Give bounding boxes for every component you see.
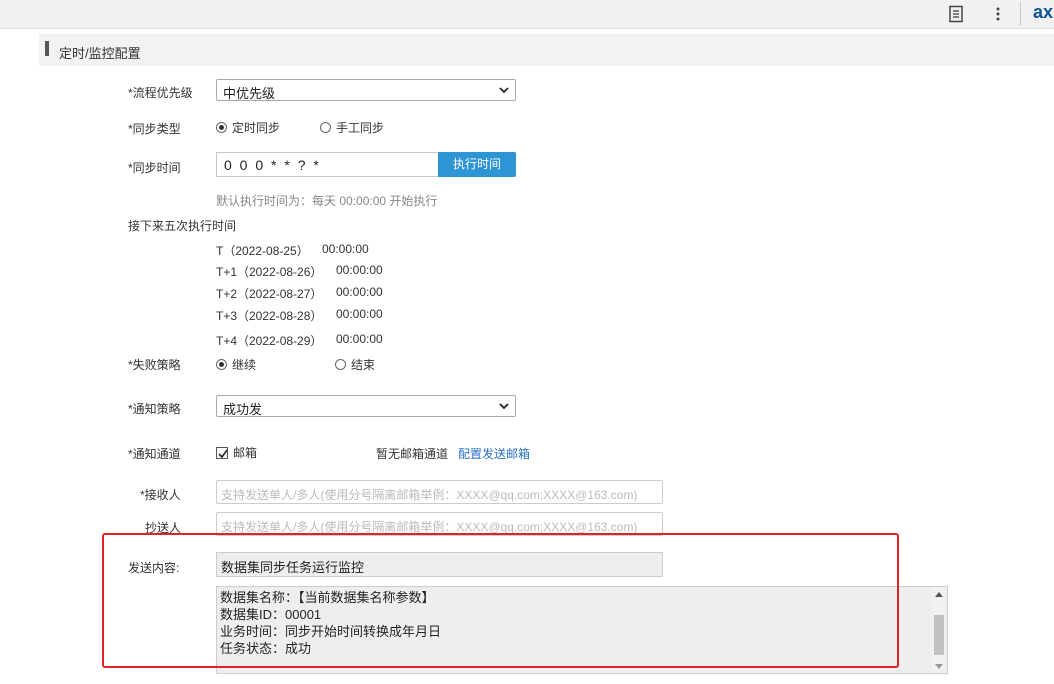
section-title: 定时/监控配置	[59, 46, 141, 61]
priority-value: 中优先级	[223, 86, 276, 101]
recipient-label: *接收人	[140, 488, 181, 502]
sync-time-label: *同步时间	[128, 161, 181, 175]
radio-dot	[320, 122, 331, 133]
radio-label: 结束	[351, 358, 376, 372]
next-run-day: T+2（2022-08-27）	[216, 287, 323, 301]
notify-policy-value: 成功发	[223, 402, 263, 417]
scroll-down-icon[interactable]	[935, 664, 943, 669]
sync-type-label: *同步类型	[128, 122, 181, 136]
cron-expression-input[interactable]: 0 0 0 * * ? *	[216, 152, 438, 177]
next-runs-label: 接下来五次执行时间	[128, 219, 237, 233]
content-line: 任务状态：成功	[220, 641, 312, 656]
scroll-up-icon[interactable]	[935, 592, 943, 597]
radio-dot-checked	[216, 359, 227, 370]
radio-label: 定时同步	[232, 121, 281, 135]
sync-time-hint: 默认执行时间为：每天 00:00:00 开始执行	[216, 194, 438, 208]
content-line: 数据集ID：00001	[220, 607, 322, 622]
next-run-time: 00:00:00	[336, 307, 383, 321]
top-toolbar: ax	[0, 0, 1054, 29]
fail-policy-label: *失败策略	[128, 358, 181, 372]
checkbox-label: 邮箱	[233, 446, 258, 460]
next-run-time: 00:00:00	[336, 332, 383, 346]
scroll-thumb[interactable]	[934, 615, 944, 655]
radio-continue[interactable]: 继续	[216, 356, 256, 373]
textarea-scrollbar[interactable]	[931, 587, 947, 673]
more-vertical-icon[interactable]	[990, 5, 1006, 23]
config-email-link[interactable]: 配置发送邮箱	[458, 445, 530, 462]
chevron-down-icon	[499, 87, 509, 94]
section-marker	[45, 41, 49, 56]
content-textarea[interactable]: 数据集名称：【当前数据集名称参数】 数据集ID：00001 业务时间：同步开始时…	[216, 586, 948, 674]
priority-select[interactable]: 中优先级	[216, 79, 516, 101]
cc-label: 抄送人	[145, 521, 182, 535]
checkbox-box	[216, 446, 228, 459]
radio-label: 手工同步	[336, 121, 385, 135]
recipient-input[interactable]: 支持发送单人/多人(使用分号隔离邮箱举例：XXXX@qq.com;XXXX@16…	[216, 480, 663, 504]
radio-manual-sync[interactable]: 手工同步	[320, 119, 384, 136]
next-run-day: T+4（2022-08-29）	[216, 334, 323, 348]
content-label: 发送内容:	[128, 561, 180, 575]
notify-channel-label: *通知通道	[128, 447, 181, 461]
checkmark-icon	[218, 449, 228, 458]
radio-dot	[335, 359, 346, 370]
next-run-day: T+1（2022-08-26）	[216, 265, 323, 279]
subject-field[interactable]: 数据集同步任务运行监控	[216, 552, 663, 577]
brand-logo: ax	[1033, 2, 1054, 22]
notify-policy-select[interactable]: 成功发	[216, 395, 516, 417]
execution-time-button[interactable]: 执行时间	[438, 152, 516, 177]
next-run-day: T（2022-08-25）	[216, 244, 309, 258]
document-icon[interactable]	[948, 5, 964, 23]
radio-dot-checked	[216, 122, 227, 133]
section-header: 定时/监控配置	[39, 34, 1054, 66]
next-run-time: 00:00:00	[336, 263, 383, 277]
content-line: 数据集名称：【当前数据集名称参数】	[220, 590, 435, 605]
next-run-time: 00:00:00	[322, 242, 369, 256]
no-email-channel-text: 暂无邮箱通道	[376, 447, 449, 461]
notify-policy-label: *通知策略	[128, 402, 181, 416]
next-run-day: T+3（2022-08-28）	[216, 309, 323, 323]
priority-label: *流程优先级	[128, 86, 193, 100]
radio-label: 继续	[232, 358, 257, 372]
email-checkbox[interactable]: 邮箱	[216, 444, 257, 461]
content-line: 业务时间：同步开始时间转换成年月日	[220, 624, 442, 639]
next-run-time: 00:00:00	[336, 285, 383, 299]
radio-scheduled-sync[interactable]: 定时同步	[216, 119, 280, 136]
radio-stop[interactable]: 结束	[335, 356, 375, 373]
chevron-down-icon	[499, 403, 509, 410]
cc-input[interactable]: 支持发送单人/多人(使用分号隔离邮箱举例：XXXX@qq.com;XXXX@16…	[216, 512, 663, 536]
toolbar-separator	[1020, 2, 1021, 26]
